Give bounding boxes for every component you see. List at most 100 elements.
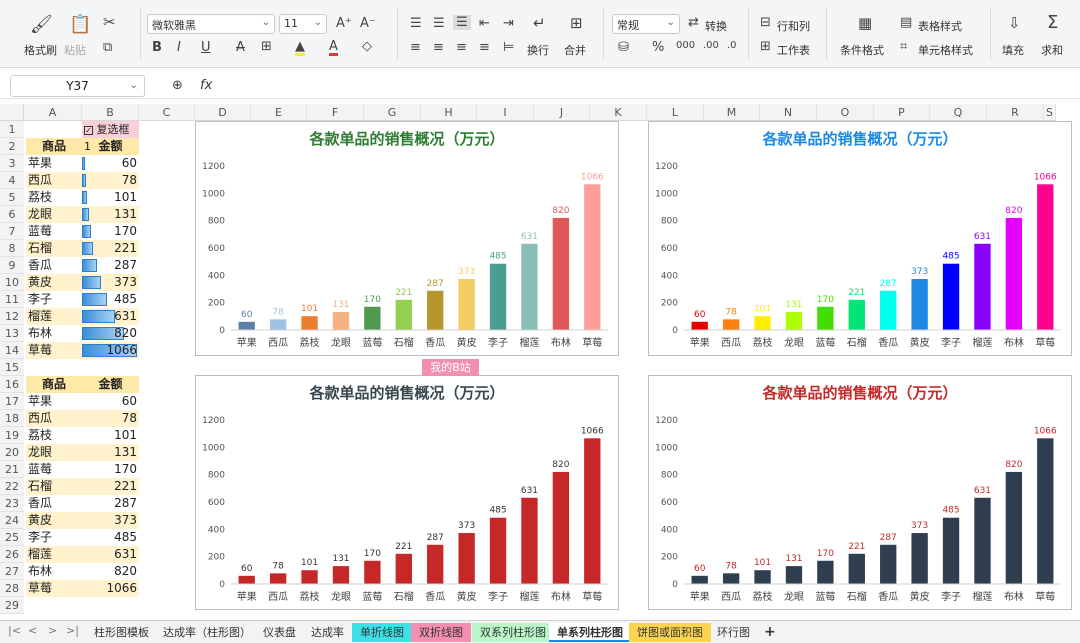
- increase-font-icon[interactable]: A⁺: [336, 17, 352, 30]
- row-header-21[interactable]: 21: [0, 461, 24, 478]
- table-cell-amount[interactable]: 373: [82, 512, 139, 529]
- checkbox-control[interactable]: ✓ 复选框 1: [82, 121, 139, 153]
- column-header-S[interactable]: S: [1044, 104, 1056, 121]
- select-all-corner[interactable]: [0, 104, 24, 121]
- row-header-20[interactable]: 20: [0, 444, 24, 461]
- table-header-product[interactable]: 商品: [26, 138, 82, 155]
- decrease-decimal-icon[interactable]: .0: [727, 41, 737, 51]
- column-header-F[interactable]: F: [307, 104, 364, 121]
- table-cell-product[interactable]: 蓝莓: [26, 461, 82, 478]
- row-header-24[interactable]: 24: [0, 512, 24, 529]
- sum-icon[interactable]: Σ: [1047, 14, 1058, 32]
- merge-icon[interactable]: ⊞: [570, 16, 583, 31]
- table-cell-amount[interactable]: 820: [82, 563, 139, 580]
- row-header-14[interactable]: 14: [0, 342, 24, 359]
- table-cell-product[interactable]: 黄皮: [26, 274, 82, 291]
- row-header-6[interactable]: 6: [0, 206, 24, 223]
- worksheet-icon[interactable]: ⊞: [760, 40, 771, 53]
- table-cell-product[interactable]: 香瓜: [26, 257, 82, 274]
- table-cell-amount[interactable]: 485: [82, 291, 139, 308]
- increase-indent-icon[interactable]: ⇥: [503, 17, 514, 30]
- name-box[interactable]: Y37 ⌄: [10, 75, 145, 97]
- row-header-12[interactable]: 12: [0, 308, 24, 325]
- table-cell-amount[interactable]: 1066: [82, 342, 139, 359]
- row-header-26[interactable]: 26: [0, 546, 24, 563]
- table-cell-product[interactable]: 李子: [26, 291, 82, 308]
- number-format-select[interactable]: 常规 ⌄: [612, 14, 680, 34]
- column-header-C[interactable]: C: [139, 104, 195, 121]
- row-header-15[interactable]: 15: [0, 359, 24, 376]
- table-cell-product[interactable]: 榴莲: [26, 546, 82, 563]
- format-painter-icon[interactable]: 🖌: [30, 16, 53, 34]
- last-sheet-icon[interactable]: >|: [66, 624, 79, 637]
- distributed-icon[interactable]: ⊨: [503, 41, 514, 54]
- zoom-icon[interactable]: ⊕: [172, 79, 183, 92]
- row-header-1[interactable]: 1: [0, 121, 24, 138]
- next-sheet-icon[interactable]: >: [48, 624, 57, 637]
- font-name-select[interactable]: 微软雅黑 ⌄: [147, 14, 275, 34]
- font-color-icon[interactable]: A: [329, 40, 338, 56]
- sum-button[interactable]: 求和: [1041, 42, 1063, 58]
- format-painter-button[interactable]: 格式刷: [24, 42, 57, 58]
- row-header-13[interactable]: 13: [0, 325, 24, 342]
- fill-color-icon[interactable]: ▲: [295, 40, 305, 56]
- table-cell-product[interactable]: 李子: [26, 529, 82, 546]
- row-header-27[interactable]: 27: [0, 563, 24, 580]
- prev-sheet-icon[interactable]: <: [28, 624, 37, 637]
- table-cell-product[interactable]: 西瓜: [26, 172, 82, 189]
- fx-icon[interactable]: fx: [200, 78, 212, 93]
- row-header-22[interactable]: 22: [0, 478, 24, 495]
- row-header-2[interactable]: 2: [0, 138, 24, 155]
- sheet-tab[interactable]: 仪表盘: [255, 623, 304, 642]
- row-col-button[interactable]: 行和列: [777, 18, 810, 34]
- font-size-select[interactable]: 11 ⌄: [279, 14, 327, 34]
- table-cell-amount[interactable]: 170: [82, 223, 139, 240]
- row-header-18[interactable]: 18: [0, 410, 24, 427]
- bar-chart-4[interactable]: 各款单品的销售概况（万元） 0 200 400 600 800 1000 1200 60 苹果 78…: [648, 375, 1072, 610]
- underline-icon[interactable]: U: [201, 41, 211, 54]
- table-cell-amount[interactable]: 221: [82, 478, 139, 495]
- table-cell-amount[interactable]: 1066: [82, 580, 139, 597]
- strikethrough-icon[interactable]: A: [236, 41, 245, 54]
- cut-icon[interactable]: ✂: [103, 15, 116, 30]
- align-top-icon[interactable]: ☰: [410, 17, 422, 30]
- percent-icon[interactable]: %: [652, 41, 664, 54]
- column-header-E[interactable]: E: [251, 104, 307, 121]
- table-cell-amount[interactable]: 631: [82, 546, 139, 563]
- bilibili-label[interactable]: 我的B站: [422, 359, 479, 376]
- table-cell-product[interactable]: 草莓: [26, 342, 82, 359]
- column-header-Q[interactable]: Q: [930, 104, 987, 121]
- cell-style-icon[interactable]: ⌗: [900, 40, 907, 53]
- table-cell-amount[interactable]: 287: [82, 257, 139, 274]
- cell-style-button[interactable]: 单元格样式: [918, 42, 973, 58]
- table-cell-product[interactable]: 西瓜: [26, 410, 82, 427]
- italic-icon[interactable]: I: [177, 41, 181, 54]
- table-cell-product[interactable]: 黄皮: [26, 512, 82, 529]
- row-col-icon[interactable]: ⊟: [760, 16, 771, 29]
- table-style-button[interactable]: 表格样式: [918, 18, 962, 34]
- thousands-icon[interactable]: 000: [676, 41, 695, 51]
- fill-icon[interactable]: ⇩: [1008, 16, 1021, 31]
- wrap-icon[interactable]: ↵: [533, 16, 546, 31]
- align-right-icon[interactable]: ≡: [456, 41, 467, 54]
- bar-chart-2[interactable]: 各款单品的销售概况（万元） 0 200 400 600 800 1000 1200 60 苹果 78…: [648, 121, 1072, 356]
- convert-button[interactable]: 转换: [705, 18, 727, 34]
- sheet-tab[interactable]: 柱形图模板: [86, 623, 157, 642]
- table-cell-amount[interactable]: 631: [82, 308, 139, 325]
- column-header-M[interactable]: M: [704, 104, 760, 121]
- column-header-G[interactable]: G: [364, 104, 421, 121]
- currency-icon[interactable]: ⛁: [618, 41, 629, 54]
- paste-icon[interactable]: 📋: [69, 16, 91, 34]
- justify-icon[interactable]: ≡: [479, 41, 490, 54]
- checkbox-icon[interactable]: ✓: [84, 125, 93, 135]
- table-cell-product[interactable]: 龙眼: [26, 444, 82, 461]
- row-header-8[interactable]: 8: [0, 240, 24, 257]
- sheet-tab[interactable]: 环行图: [709, 623, 758, 642]
- clear-icon[interactable]: ◇: [362, 40, 372, 53]
- table-cell-product[interactable]: 石榴: [26, 478, 82, 495]
- table-cell-product[interactable]: 蓝莓: [26, 223, 82, 240]
- row-header-16[interactable]: 16: [0, 376, 24, 393]
- column-header-J[interactable]: J: [534, 104, 590, 121]
- wrap-button[interactable]: 换行: [527, 42, 549, 58]
- column-header-B[interactable]: B: [82, 104, 139, 121]
